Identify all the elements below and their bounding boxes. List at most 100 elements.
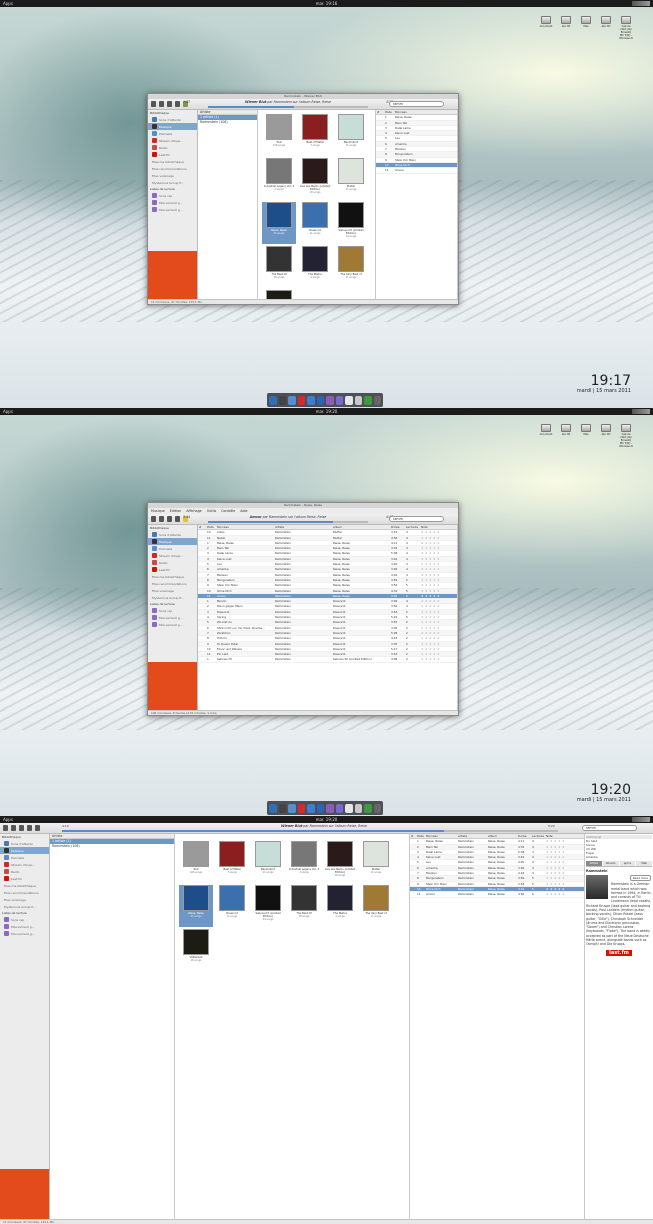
- artist-row[interactable]: Rammstein (106): [50, 844, 174, 849]
- upcoming-item[interactable]: Amerika: [586, 855, 652, 859]
- seek-bar[interactable]: [62, 830, 558, 832]
- desktop-icon[interactable]: Mes: [579, 16, 593, 40]
- album-tile[interactable]: Industrial Legacy Vol. 22 songs: [262, 158, 296, 200]
- album-tile[interactable]: The Very Best of 11 songs: [334, 246, 368, 288]
- album-tile[interactable]: Sehnsucht (Limited Edition) 14 songs: [334, 202, 368, 244]
- rating-stars[interactable]: ★ ★ ★ ★ ★: [545, 891, 584, 898]
- sidebar-item[interactable]: Sons d'attente: [148, 531, 197, 538]
- album-tile[interactable]: Live aus Berlin (Limited Edition) 18 song…: [298, 158, 332, 200]
- search-input[interactable]: ramm: [582, 825, 637, 831]
- tab-lyrics[interactable]: Lyrics: [619, 861, 636, 867]
- dock-app-icon[interactable]: [278, 395, 286, 405]
- sidebar-item-music[interactable]: Musique: [148, 538, 197, 545]
- search-input[interactable]: ramm: [389, 516, 444, 522]
- shuffle-icon[interactable]: [175, 516, 180, 522]
- previous-icon[interactable]: [151, 101, 156, 107]
- playlist-item[interactable]: Mouvement g...: [148, 614, 197, 621]
- album-tile[interactable]: Tout 106 songs: [262, 114, 296, 156]
- desktop-icon[interactable]: document: [539, 424, 553, 448]
- playlist-item[interactable]: Mouvement g...: [148, 206, 197, 213]
- dock-app-icon[interactable]: [326, 395, 334, 405]
- sidebar-item[interactable]: Radio: [148, 144, 197, 151]
- dock-app-icon[interactable]: [364, 395, 372, 405]
- sidebar-item[interactable]: Last.fm: [0, 875, 49, 882]
- sidebar-item[interactable]: Mysterious Group fr...: [148, 179, 197, 186]
- dock-app-icon[interactable]: [354, 803, 362, 813]
- dock-app-icon[interactable]: [297, 803, 305, 813]
- album-tile[interactable]: The Mahra 4 songs: [298, 246, 332, 288]
- shuffle-icon[interactable]: [175, 101, 180, 107]
- next-icon[interactable]: [167, 516, 172, 522]
- repeat-icon[interactable]: [35, 825, 40, 831]
- album-tile[interactable]: Benzinbrot 11 songs: [334, 114, 368, 156]
- desktop-icon[interactable]: abc CD: [599, 16, 613, 40]
- dock-app-icon[interactable]: [373, 395, 381, 405]
- sidebar-item[interactable]: Files voisinage: [148, 587, 197, 594]
- dock-app-icon[interactable]: [335, 803, 343, 813]
- album-tile[interactable]: Best of Metal 7 songs: [298, 114, 332, 156]
- album-tile[interactable]: Tout 106 songs: [179, 841, 213, 883]
- sidebar-item[interactable]: Stream d'Inpp...: [148, 137, 197, 144]
- track-row[interactable]: 1 Sehnsucht Rammstein Sehnsucht (Limited Ed…: [198, 656, 457, 663]
- sidebar-item[interactable]: Stream d'Inpp...: [0, 861, 49, 868]
- playlist-item[interactable]: Mouvement g...: [0, 923, 49, 930]
- dock-app-icon[interactable]: [345, 395, 353, 405]
- dock-app-icon[interactable]: [373, 803, 381, 813]
- dock-app-icon[interactable]: [364, 803, 372, 813]
- album-tile[interactable]: Mutter 11 songs: [334, 158, 368, 200]
- playlist-item[interactable]: Mouvement g...: [148, 199, 197, 206]
- dock-app-icon[interactable]: [316, 803, 324, 813]
- sidebar-item-music[interactable]: Musique: [0, 847, 49, 854]
- sidebar-item[interactable]: Podcasts: [148, 130, 197, 137]
- sidebar-item[interactable]: Files ma bibliothèque: [148, 573, 197, 580]
- previous-icon[interactable]: [3, 825, 8, 831]
- dock-app-icon[interactable]: [307, 803, 315, 813]
- read-more-button[interactable]: Read more: [629, 874, 651, 882]
- sidebar-item[interactable]: Sons d'attente: [0, 840, 49, 847]
- dock-app-icon[interactable]: [307, 395, 315, 405]
- dock-app-icon[interactable]: [335, 395, 343, 405]
- sidebar-item[interactable]: Last.fm: [148, 566, 197, 573]
- dock-app-icon[interactable]: [345, 803, 353, 813]
- sidebar-item[interactable]: Files ma bibliothèque: [0, 882, 49, 889]
- album-tile[interactable]: Reise, Reise 11 songs: [179, 885, 213, 927]
- pause-icon[interactable]: [11, 825, 16, 831]
- playlist-item[interactable]: Sons rap: [0, 916, 49, 923]
- track-row[interactable]: 2 Mein Teil Rammstein Reise, Reise 4:32 4 ★ ★ …: [410, 844, 584, 850]
- search-input[interactable]: ramm: [389, 101, 444, 107]
- album-tile[interactable]: Benzinbrot 11 songs: [251, 841, 285, 883]
- sidebar-item[interactable]: Podcasts: [0, 854, 49, 861]
- panel-clock[interactable]: mar. 19:20: [0, 816, 653, 823]
- dock-app-icon[interactable]: [288, 395, 296, 405]
- system-tray[interactable]: [632, 409, 650, 414]
- sidebar-item[interactable]: Radio: [0, 868, 49, 875]
- track-row[interactable]: 3 Dalai Lama Rammstein Reise, Reise 5:38 4 ★ ★…: [410, 849, 584, 856]
- sidebar-item[interactable]: Mysterious Group fr...: [148, 594, 197, 601]
- sidebar-item[interactable]: Files recommandations: [148, 165, 197, 172]
- album-tile[interactable]: The Best Of 18 songs: [287, 885, 321, 927]
- dock-app-icon[interactable]: [288, 803, 296, 813]
- track-row[interactable]: 10 Ohne Dich Rammstein Reise, Reise 4:31 5 ★ ★…: [410, 886, 584, 893]
- previous-icon[interactable]: [151, 516, 156, 522]
- dock-app-icon[interactable]: [278, 803, 286, 813]
- tab-web[interactable]: Web: [636, 861, 652, 867]
- sidebar-item[interactable]: Podcasts: [148, 545, 197, 552]
- album-tile[interactable]: Mutter 11 songs: [359, 841, 393, 883]
- desktop-icon[interactable]: document: [539, 16, 553, 40]
- album-tile[interactable]: The Mahra 4 songs: [323, 885, 357, 927]
- dock-app-icon[interactable]: [269, 803, 277, 813]
- sidebar-item[interactable]: Files recommandations: [148, 580, 197, 587]
- system-tray[interactable]: [632, 1, 650, 6]
- album-tile[interactable]: The Very Best of 11 songs: [359, 885, 393, 927]
- sidebar-item[interactable]: Sons d'attente: [148, 116, 197, 123]
- shuffle-icon[interactable]: [27, 825, 32, 831]
- desktop-icon[interactable]: Cap de l'abri (Ipo Ernesto) Mh 7/W) - Wi…: [619, 424, 633, 448]
- dock-app-icon[interactable]: [326, 803, 334, 813]
- desktop-icon[interactable]: abc 90: [559, 16, 573, 40]
- desktop-icon[interactable]: abc CD: [599, 424, 613, 448]
- album-tile[interactable]: Rosenrot 11 songs: [215, 885, 249, 927]
- next-icon[interactable]: [167, 101, 172, 107]
- sidebar-item[interactable]: Files voisinage: [148, 172, 197, 179]
- desktop-icon[interactable]: Cap de l'abri (Ipo Ernesto) Mh 7/W) - Wi…: [619, 16, 633, 40]
- dock-app-icon[interactable]: [297, 395, 305, 405]
